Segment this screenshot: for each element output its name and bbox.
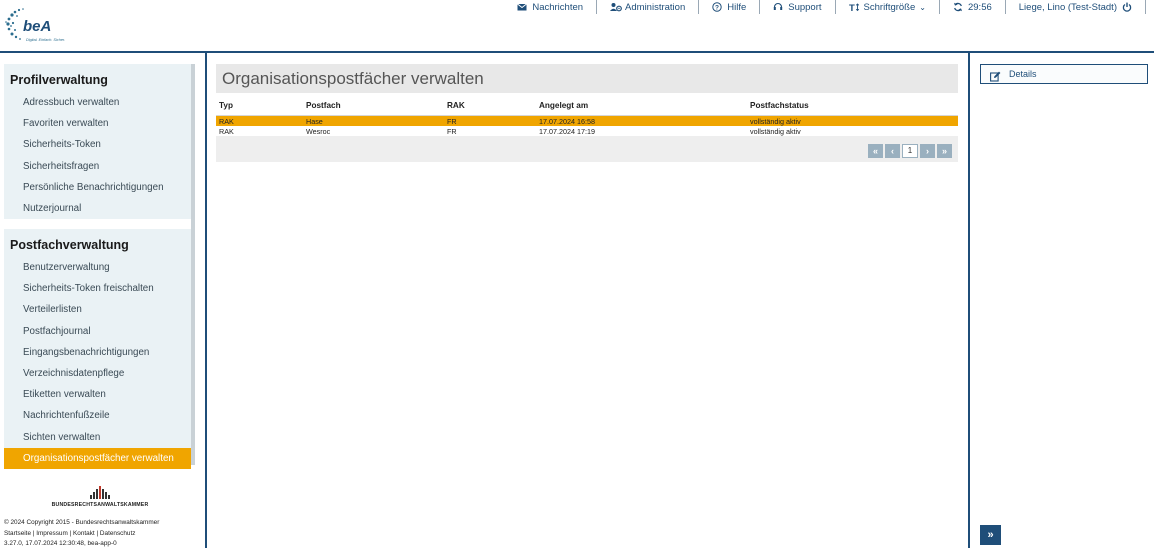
svg-text:?: ? (715, 4, 719, 11)
table-row[interactable]: RAK Hase FR 17.07.2024 16:58 vollständig… (216, 116, 958, 126)
sidebar-item-sicherheitsfragen[interactable]: Sicherheitsfragen (4, 156, 191, 177)
sidebar-item-sichten[interactable]: Sichten verwalten (4, 427, 191, 448)
version-text: 3.27.0, 17.07.2024 12:30:48, bea-app-0 (4, 540, 117, 547)
nav-schriftgroesse[interactable]: T Schriftgröße ⌄ (836, 0, 940, 14)
cell-rak: FR (447, 126, 457, 136)
sidebar-item-benachrichtigungen[interactable]: Persönliche Benachrichtigungen (4, 177, 191, 198)
nav-label: Support (788, 1, 822, 13)
sidebar-item-organisationspostfaecher[interactable]: Organisationspostfächer verwalten (4, 447, 191, 469)
profile-menu-title: Profilverwaltung (10, 73, 108, 87)
mailbox-table: Typ Postfach RAK Angelegt am Postfachsta… (216, 95, 958, 162)
nav-label: Nachrichten (532, 1, 584, 13)
cell-typ: RAK (219, 126, 234, 136)
top-navigation: Nachrichten Administration ? Hilfe Suppo… (504, 0, 1146, 14)
pager-last-button[interactable]: » (937, 144, 952, 158)
svg-text:T: T (849, 3, 855, 12)
text-size-icon: T (849, 2, 859, 12)
column-header-status[interactable]: Postfachstatus (747, 101, 958, 110)
sidebar-item-etiketten[interactable]: Etiketten verwalten (4, 384, 191, 405)
column-header-postfach[interactable]: Postfach (303, 101, 444, 110)
pager-page-number[interactable]: 1 (902, 144, 918, 158)
refresh-icon (953, 2, 963, 12)
sidebar-item-token-freischalten[interactable]: Sicherheits-Token freischalten (4, 278, 191, 299)
details-label: Details (1009, 69, 1037, 79)
pager-first-button[interactable]: « (868, 144, 883, 158)
details-button[interactable]: Details (980, 64, 1148, 84)
chevron-down-icon: ⌄ (919, 2, 926, 12)
nav-nachrichten[interactable]: Nachrichten (504, 0, 598, 14)
brak-logo: BUNDESRECHTSANWALTSKAMMER (50, 485, 150, 509)
edit-icon (990, 69, 1001, 82)
logo-text: beA (23, 18, 51, 35)
table-header: Typ Postfach RAK Angelegt am Postfachsta… (216, 95, 958, 116)
sidebar-item-nutzerjournal[interactable]: Nutzerjournal (4, 198, 191, 219)
footer: © 2024 Copyright 2015 - Bundesrechtsanwa… (4, 518, 159, 548)
table-row[interactable]: RAK Wesroc FR 17.07.2024 17:19 vollständ… (216, 126, 958, 136)
sidebar-item-eingangsbenachrichtigungen[interactable]: Eingangsbenachrichtigungen (4, 342, 191, 363)
envelope-icon (517, 2, 528, 12)
sidebar-item-benutzerverwaltung[interactable]: Benutzerverwaltung (4, 257, 191, 278)
cell-status: vollständig aktiv (750, 126, 801, 136)
nav-label: Schriftgröße (863, 1, 916, 13)
nav-label: Hilfe (727, 1, 747, 13)
nav-session-timer[interactable]: 29:56 (940, 0, 1006, 14)
nav-label: Liege, Lino (Test-Stadt) (1018, 1, 1117, 13)
bea-logo[interactable]: beA Digital. Einfach. Sicher. (4, 5, 76, 45)
mailbox-menu-panel: Postfachverwaltung Benutzerverwaltung Si… (4, 229, 191, 469)
sidebar-item-nachrichtenfusszeile[interactable]: Nachrichtenfußzeile (4, 405, 191, 426)
mailbox-menu-title: Postfachverwaltung (10, 238, 129, 252)
right-panel: Details » (968, 53, 1154, 548)
footer-links[interactable]: Startseite | Impressum | Kontakt | Daten… (4, 529, 159, 540)
main-content: Organisationspostfächer verwalten Typ Po… (207, 53, 968, 548)
headset-icon (773, 2, 783, 12)
users-cog-icon (610, 2, 622, 12)
power-icon (1122, 2, 1132, 12)
sidebar-item-favoriten[interactable]: Favoriten verwalten (4, 113, 191, 134)
page-header: Organisationspostfächer verwalten (216, 64, 958, 93)
nav-hilfe[interactable]: ? Hilfe (699, 0, 761, 14)
sidebar-item-sicherheits-token[interactable]: Sicherheits-Token (4, 134, 191, 155)
cell-rak: FR (447, 116, 457, 126)
page-title: Organisationspostfächer verwalten (222, 69, 484, 88)
cell-typ: RAK (219, 116, 234, 126)
cell-angelegt: 17.07.2024 16:58 (539, 116, 595, 126)
nav-label: 29:56 (967, 1, 992, 13)
nav-support[interactable]: Support (760, 0, 836, 14)
copyright-text: © 2024 Copyright 2015 - Bundesrechtsanwa… (4, 519, 160, 526)
pager-next-button[interactable]: › (920, 144, 935, 158)
brak-name: BUNDESRECHTSANWALTSKAMMER (51, 502, 149, 508)
cell-angelegt: 17.07.2024 17:19 (539, 126, 595, 136)
pagination: « ‹ 1 › » (868, 144, 952, 158)
logo-tagline: Digital. Einfach. Sicher. (26, 38, 65, 42)
nav-label: Administration (625, 1, 686, 13)
nav-administration[interactable]: Administration (597, 0, 700, 14)
cell-postfach: Wesroc (306, 126, 331, 136)
brak-bars-icon (50, 485, 150, 499)
sidebar-scrollbar[interactable] (191, 64, 195, 465)
expand-panel-button[interactable]: » (980, 525, 1001, 545)
left-sidebar: Profilverwaltung Adressbuch verwalten Fa… (0, 53, 207, 548)
nav-user-logout[interactable]: Liege, Lino (Test-Stadt) (1006, 0, 1146, 14)
question-circle-icon: ? (712, 2, 722, 12)
cell-postfach: Hase (306, 116, 323, 126)
column-header-typ[interactable]: Typ (216, 101, 303, 110)
column-header-angelegt[interactable]: Angelegt am (536, 101, 747, 110)
sidebar-item-verteilerlisten[interactable]: Verteilerlisten (4, 299, 191, 320)
sidebar-item-adressbuch[interactable]: Adressbuch verwalten (4, 92, 191, 113)
cell-status: vollständig aktiv (750, 116, 801, 126)
sidebar-item-verzeichnisdatenpflege[interactable]: Verzeichnisdatenpflege (4, 363, 191, 384)
column-header-rak[interactable]: RAK (444, 101, 536, 110)
profile-menu-panel: Profilverwaltung Adressbuch verwalten Fa… (4, 64, 191, 219)
sidebar-item-postfachjournal[interactable]: Postfachjournal (4, 321, 191, 342)
pager-prev-button[interactable]: ‹ (885, 144, 900, 158)
app-header: beA Digital. Einfach. Sicher. Nachrichte… (0, 0, 1154, 53)
